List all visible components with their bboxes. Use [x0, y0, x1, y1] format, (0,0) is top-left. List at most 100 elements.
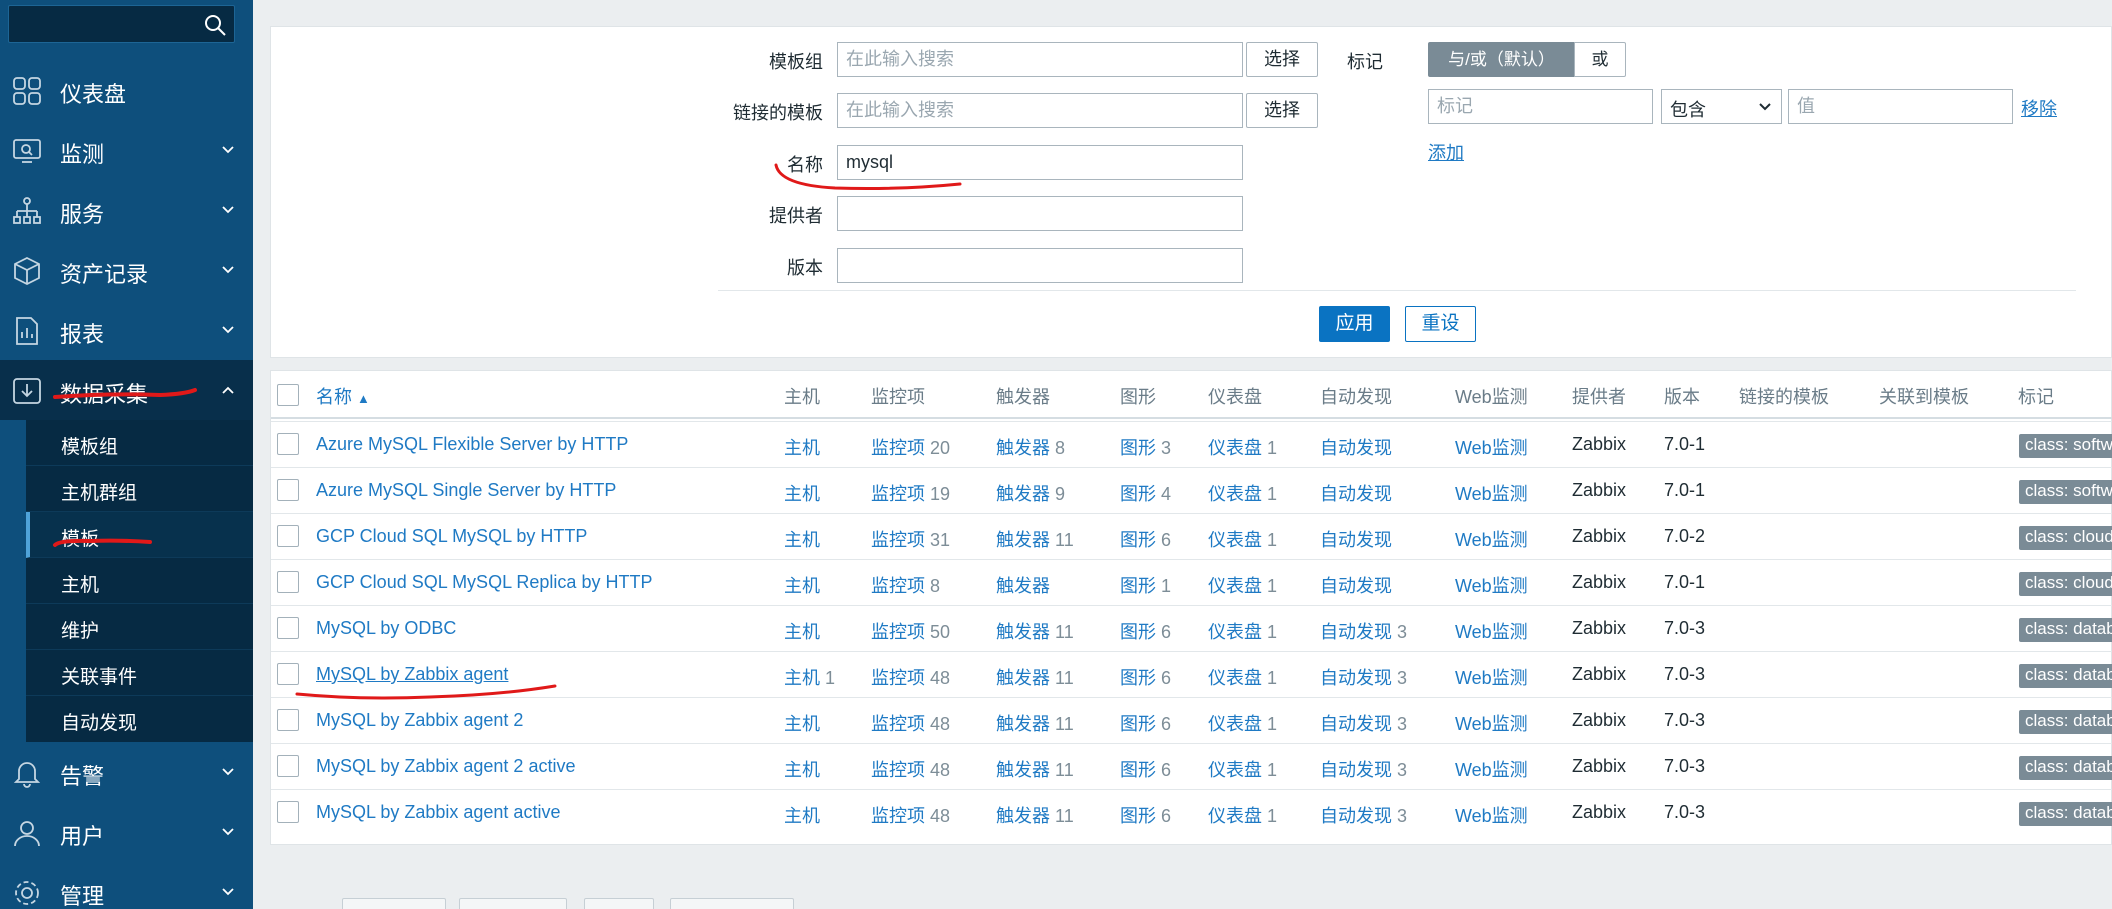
submenu-item-template-groups[interactable]: 模板组 — [26, 420, 253, 466]
mass-update-button[interactable] — [459, 898, 567, 909]
select-all-checkbox[interactable] — [277, 384, 299, 406]
row-checkbox[interactable] — [277, 709, 299, 731]
graphs-link[interactable]: 图形 6 — [1120, 802, 1171, 828]
hosts-link[interactable]: 主机 — [784, 710, 820, 736]
menu-item-reports[interactable]: 报表 — [0, 300, 253, 360]
discovery-link[interactable]: 自动发现 3 — [1320, 618, 1407, 644]
items-link[interactable]: 监控项 48 — [871, 664, 950, 690]
menu-item-administration[interactable]: 管理 — [0, 862, 253, 909]
hosts-link[interactable]: 主机 — [784, 802, 820, 828]
graphs-link[interactable]: 图形 6 — [1120, 756, 1171, 782]
reset-button[interactable]: 重设 — [1405, 306, 1476, 342]
submenu-item-discovery[interactable]: 自动发现 — [26, 696, 253, 742]
hosts-link[interactable]: 主机 — [784, 756, 820, 782]
dashboards-link[interactable]: 仪表盘 1 — [1208, 756, 1277, 782]
tag-badge[interactable]: class: database — [2019, 664, 2112, 688]
discovery-link[interactable]: 自动发现 — [1320, 526, 1392, 552]
mass-export-button[interactable] — [342, 898, 446, 909]
linked-templates-select-button[interactable]: 选择 — [1246, 93, 1318, 128]
linked-templates-input[interactable] — [837, 93, 1243, 128]
triggers-link[interactable]: 触发器 11 — [996, 618, 1074, 644]
row-checkbox[interactable] — [277, 525, 299, 547]
menu-item-dashboards[interactable]: 仪表盘 — [0, 60, 253, 120]
hosts-link[interactable]: 主机 — [784, 572, 820, 598]
discovery-link[interactable]: 自动发现 3 — [1320, 802, 1407, 828]
tag-badge[interactable]: class: cloud — [2019, 526, 2112, 550]
submenu-item-templates[interactable]: 模板 — [26, 512, 253, 558]
tag-badge[interactable]: class: software — [2019, 480, 2112, 504]
discovery-link[interactable]: 自动发现 3 — [1320, 756, 1407, 782]
mass-delete-clear-button[interactable] — [670, 898, 794, 909]
template-name-link[interactable]: MySQL by Zabbix agent — [316, 664, 508, 685]
graphs-link[interactable]: 图形 3 — [1120, 434, 1171, 460]
vendor-input[interactable] — [837, 196, 1243, 231]
triggers-link[interactable]: 触发器 11 — [996, 664, 1074, 690]
row-checkbox[interactable] — [277, 433, 299, 455]
hosts-link[interactable]: 主机 — [784, 526, 820, 552]
items-link[interactable]: 监控项 48 — [871, 756, 950, 782]
web-link[interactable]: Web监测 — [1455, 480, 1528, 506]
template-name-link[interactable]: Azure MySQL Single Server by HTTP — [316, 480, 616, 501]
template-name-link[interactable]: MySQL by Zabbix agent 2 — [316, 710, 523, 731]
dashboards-link[interactable]: 仪表盘 1 — [1208, 526, 1277, 552]
triggers-link[interactable]: 触发器 9 — [996, 480, 1065, 506]
tag-badge[interactable]: class: cloud — [2019, 572, 2112, 596]
discovery-link[interactable]: 自动发现 — [1320, 572, 1392, 598]
template-name-link[interactable]: GCP Cloud SQL MySQL by HTTP — [316, 526, 587, 547]
dashboards-link[interactable]: 仪表盘 1 — [1208, 572, 1277, 598]
dashboards-link[interactable]: 仪表盘 1 — [1208, 434, 1277, 460]
dashboards-link[interactable]: 仪表盘 1 — [1208, 480, 1277, 506]
tags-and-or-toggle[interactable]: 与/或（默认） — [1428, 42, 1575, 77]
discovery-link[interactable]: 自动发现 — [1320, 434, 1392, 460]
web-link[interactable]: Web监测 — [1455, 756, 1528, 782]
submenu-item-event-correlation[interactable]: 关联事件 — [26, 650, 253, 696]
web-link[interactable]: Web监测 — [1455, 802, 1528, 828]
header-name[interactable]: 名称 ▲ — [316, 383, 370, 409]
triggers-link[interactable]: 触发器 11 — [996, 526, 1074, 552]
tag-add-link[interactable]: 添加 — [1428, 139, 1464, 165]
template-name-link[interactable]: MySQL by Zabbix agent 2 active — [316, 756, 575, 777]
row-checkbox[interactable] — [277, 755, 299, 777]
graphs-link[interactable]: 图形 6 — [1120, 710, 1171, 736]
items-link[interactable]: 监控项 31 — [871, 526, 950, 552]
triggers-link[interactable]: 触发器 11 — [996, 710, 1074, 736]
web-link[interactable]: Web监测 — [1455, 618, 1528, 644]
menu-item-services[interactable]: 服务 — [0, 180, 253, 240]
tag-badge[interactable]: class: database — [2019, 710, 2112, 734]
triggers-link[interactable]: 触发器 11 — [996, 802, 1074, 828]
version-input[interactable] — [837, 248, 1243, 283]
submenu-item-host-groups[interactable]: 主机群组 — [26, 466, 253, 512]
apply-button[interactable]: 应用 — [1319, 306, 1390, 342]
items-link[interactable]: 监控项 8 — [871, 572, 940, 598]
graphs-link[interactable]: 图形 1 — [1120, 572, 1171, 598]
items-link[interactable]: 监控项 48 — [871, 802, 950, 828]
tag-badge[interactable]: class: database — [2019, 756, 2112, 780]
menu-item-data-collection[interactable]: 数据采集 — [0, 360, 253, 420]
graphs-link[interactable]: 图形 4 — [1120, 480, 1171, 506]
tag-badge[interactable]: class: database — [2019, 802, 2112, 826]
menu-item-inventory[interactable]: 资产记录 — [0, 240, 253, 300]
triggers-link[interactable]: 触发器 11 — [996, 756, 1074, 782]
web-link[interactable]: Web监测 — [1455, 664, 1528, 690]
row-checkbox[interactable] — [277, 571, 299, 593]
submenu-item-hosts[interactable]: 主机 — [26, 558, 253, 604]
template-name-link[interactable]: Azure MySQL Flexible Server by HTTP — [316, 434, 628, 455]
graphs-link[interactable]: 图形 6 — [1120, 664, 1171, 690]
dashboards-link[interactable]: 仪表盘 1 — [1208, 710, 1277, 736]
hosts-link[interactable]: 主机 — [784, 618, 820, 644]
tags-or-toggle[interactable]: 或 — [1574, 42, 1626, 77]
discovery-link[interactable]: 自动发现 3 — [1320, 710, 1407, 736]
hosts-link[interactable]: 主机 — [784, 434, 820, 460]
triggers-link[interactable]: 触发器 8 — [996, 434, 1065, 460]
row-checkbox[interactable] — [277, 663, 299, 685]
mass-delete-button[interactable] — [584, 898, 654, 909]
triggers-link[interactable]: 触发器 — [996, 572, 1050, 598]
web-link[interactable]: Web监测 — [1455, 526, 1528, 552]
items-link[interactable]: 监控项 50 — [871, 618, 950, 644]
tag-operator-select[interactable]: 包含 — [1661, 89, 1782, 124]
tag-value-input[interactable] — [1788, 89, 2013, 124]
template-name-link[interactable]: GCP Cloud SQL MySQL Replica by HTTP — [316, 572, 652, 593]
template-group-input[interactable] — [837, 42, 1243, 77]
tag-badge[interactable]: class: database — [2019, 618, 2112, 642]
sidebar-search-input[interactable] — [8, 5, 235, 43]
